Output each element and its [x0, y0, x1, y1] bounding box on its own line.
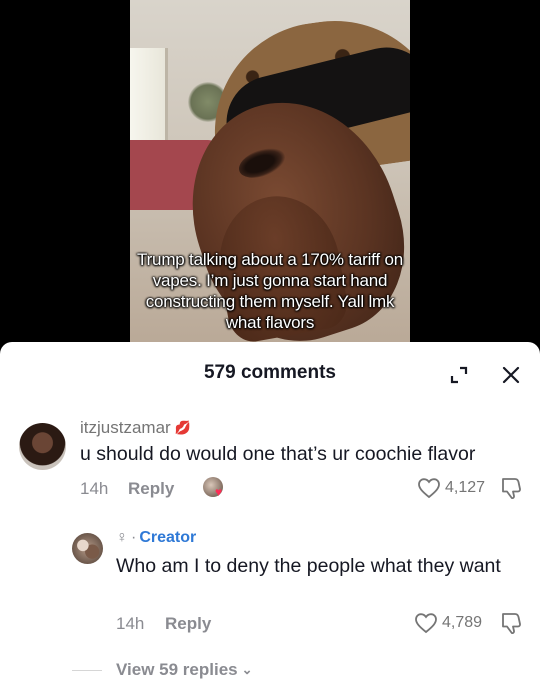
like-heart-icon[interactable] — [417, 477, 441, 499]
creator-liked-badge: ♥ — [203, 477, 229, 499]
view-replies-divider — [72, 670, 102, 671]
close-icon[interactable] — [499, 363, 523, 387]
reply-reply-button[interactable]: Reply — [165, 614, 211, 634]
reply-dislike-icon[interactable] — [500, 611, 522, 635]
dislike-icon[interactable] — [500, 476, 522, 500]
lips-emoji: 💋 — [174, 420, 191, 435]
username-text: itzjustzamar — [80, 418, 171, 437]
creator-label: Creator — [139, 529, 197, 546]
separator-dot: · — [131, 529, 137, 546]
comment-text: u should do would one that’s ur coochie … — [80, 443, 476, 465]
comments-sheet: 579 comments itzjustzamar 💋 u should do w… — [0, 342, 540, 692]
comment-username[interactable]: itzjustzamar 💋 — [80, 418, 191, 438]
reply-like-count: 4,789 — [442, 614, 483, 631]
female-sign-icon: ♀ — [116, 529, 128, 546]
reply-text: Who am I to deny the people what they wa… — [116, 555, 501, 577]
reply-time: 14h — [116, 614, 145, 633]
commenter-avatar[interactable] — [19, 423, 66, 470]
chevron-down-icon: ⌄ — [241, 662, 253, 677]
expand-icon[interactable] — [449, 365, 469, 385]
video-caption: Trump talking about a 170% tariff on vap… — [137, 250, 403, 332]
creator-avatar[interactable] — [72, 533, 103, 564]
reply-like-heart-icon[interactable] — [414, 612, 438, 634]
mini-heart-icon: ♥ — [215, 485, 223, 499]
view-replies-button[interactable]: View 59 replies ⌄ — [116, 660, 253, 680]
comment-time: 14h — [80, 479, 109, 498]
reply-button[interactable]: Reply — [128, 479, 174, 499]
view-replies-label: View 59 replies — [116, 660, 238, 679]
creator-username-row[interactable]: ♀ · Creator — [116, 529, 196, 547]
like-count: 4,127 — [445, 479, 486, 496]
video-player[interactable]: Trump talking about a 170% tariff on vap… — [0, 0, 540, 350]
